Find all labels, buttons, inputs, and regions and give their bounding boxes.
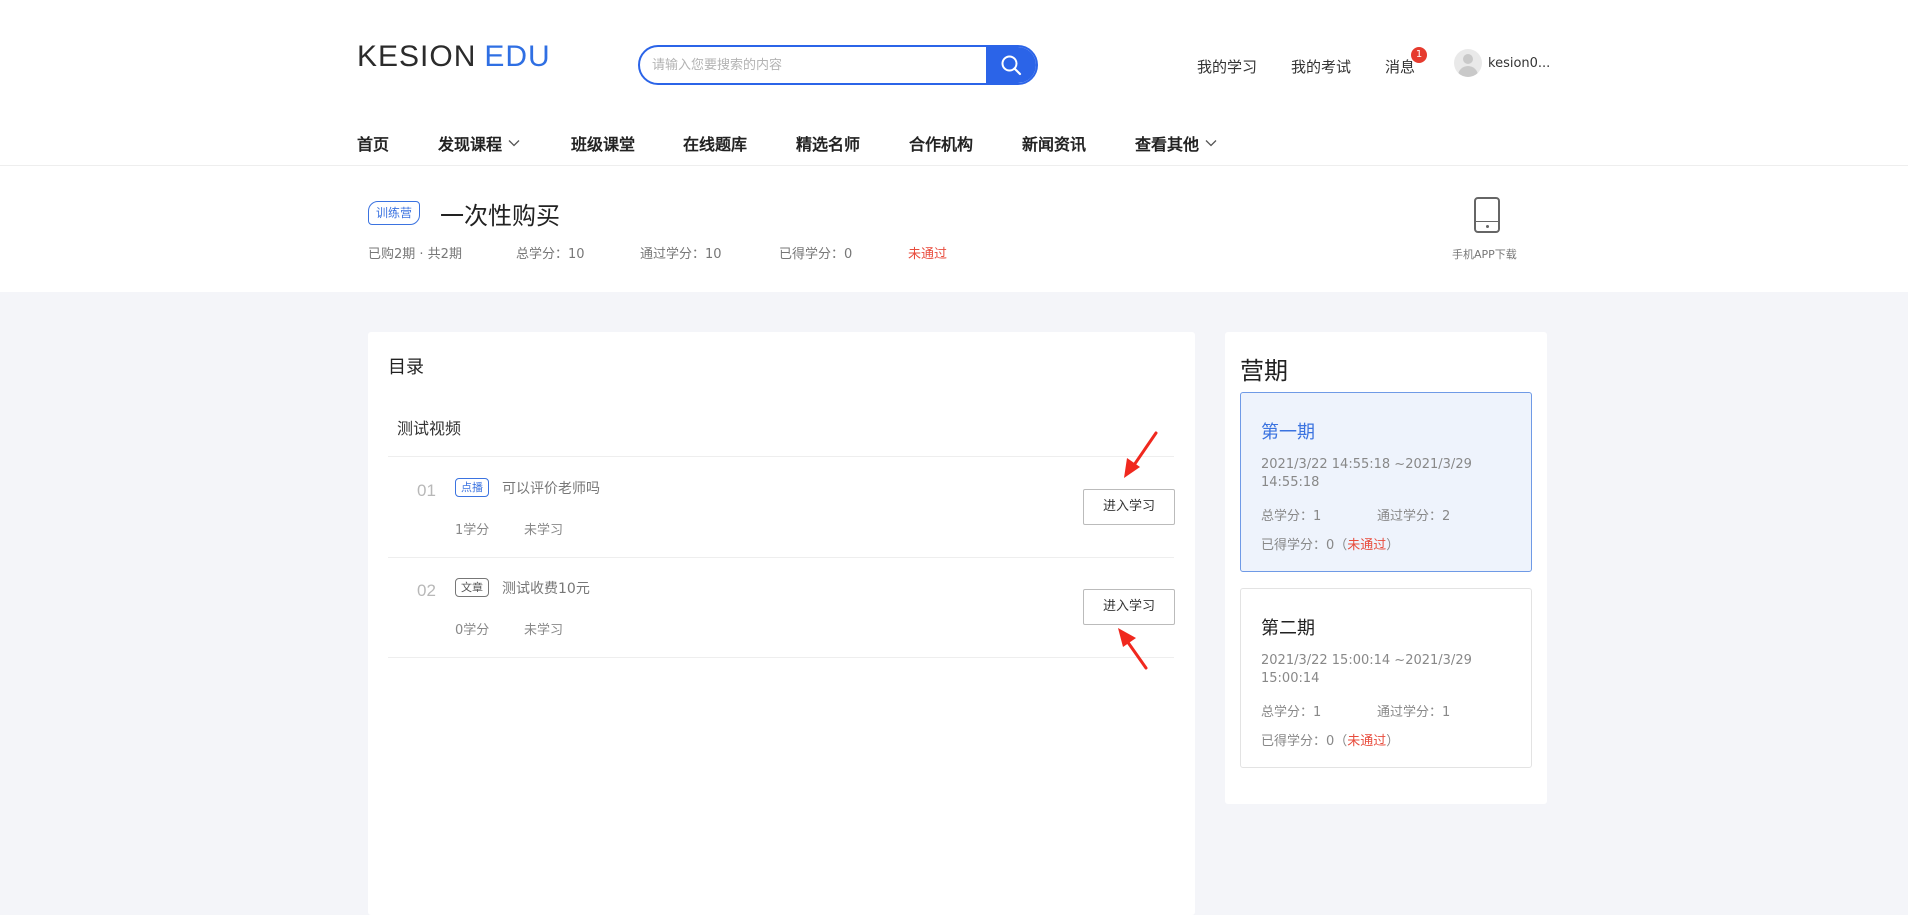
nav-news-label: 新闻资讯	[1022, 135, 1087, 154]
period-earned-suffix: ）	[1386, 538, 1400, 553]
period-total-credits: 总学分：1	[1261, 509, 1322, 524]
nav-home-label: 首页	[357, 135, 390, 154]
nav-question-bank-label: 在线题库	[683, 135, 748, 154]
period-date-range: 2021/3/22 15:00:14 ~2021/3/29 15:00:14	[1261, 653, 1472, 686]
search-button[interactable]	[986, 47, 1036, 83]
nav-class-classroom[interactable]: 班级课堂	[571, 131, 635, 155]
search-icon	[1001, 55, 1022, 76]
pass-credits: 通过学分：10	[640, 247, 722, 262]
site-logo[interactable]: KESION EDU	[357, 40, 551, 74]
period-earned-credits: 已得学分：0（未通过）	[1261, 534, 1399, 553]
nav-discover-courses-label: 发现课程	[438, 135, 503, 154]
period-pass-credits: 通过学分：1	[1377, 705, 1451, 720]
divider	[388, 657, 1174, 658]
chevron-down-icon	[1205, 140, 1217, 147]
course-header	[0, 166, 1908, 292]
phone-screen-line	[1476, 221, 1498, 222]
nav-more[interactable]: 查看其他	[1135, 131, 1217, 155]
avatar[interactable]	[1454, 49, 1482, 77]
logo-text-edu: EDU	[484, 40, 551, 73]
period-total-credits: 总学分：1	[1261, 705, 1322, 720]
divider	[388, 557, 1174, 558]
enter-study-button[interactable]: 进入学习	[1083, 589, 1175, 625]
search-bar	[638, 45, 1038, 85]
avatar-head-shape	[1463, 54, 1473, 64]
camp-title: 营期	[1240, 357, 1288, 385]
period-earned-prefix: 已得学分：0（	[1261, 734, 1348, 749]
lesson-number: 01	[417, 481, 436, 500]
period-status: 未通过	[1347, 734, 1387, 749]
catalog-panel	[368, 332, 1195, 915]
mobile-phone-icon[interactable]	[1474, 197, 1500, 233]
period-status: 未通过	[1347, 538, 1387, 553]
nav-discover-courses[interactable]: 发现课程	[438, 131, 520, 155]
nav-class-classroom-label: 班级课堂	[571, 135, 636, 154]
lesson-type-tag: 文章	[455, 578, 489, 597]
my-learning-link[interactable]: 我的学习	[1197, 56, 1257, 77]
period-earned-suffix: ）	[1386, 734, 1400, 749]
period-earned-credits: 已得学分：0（未通过）	[1261, 730, 1399, 749]
period-name: 第二期	[1261, 618, 1315, 639]
lesson-credits: 1学分	[455, 523, 490, 538]
lesson-title[interactable]: 可以评价老师吗	[502, 478, 600, 498]
nav-more-label: 查看其他	[1135, 135, 1200, 154]
divider	[388, 456, 1174, 457]
lesson-status: 未学习	[524, 623, 564, 638]
section-title: 测试视频	[397, 419, 462, 438]
nav-home[interactable]: 首页	[357, 131, 389, 155]
logo-text-kesion: KESION	[357, 40, 477, 73]
period-name: 第一期	[1261, 422, 1315, 443]
period-date-range: 2021/3/22 14:55:18 ~2021/3/29 14:55:18	[1261, 457, 1472, 490]
earned-credits: 已得学分：0	[779, 247, 853, 262]
chevron-down-icon	[508, 140, 520, 147]
course-type-tag: 训练营	[368, 201, 421, 225]
nav-teachers[interactable]: 精选名师	[796, 131, 860, 155]
nav-news[interactable]: 新闻资讯	[1022, 131, 1086, 155]
avatar-body-shape	[1458, 66, 1478, 77]
red-arrow-annotation-icon	[1118, 628, 1148, 670]
course-title: 一次性购买	[440, 202, 560, 230]
catalog-title: 目录	[388, 357, 424, 378]
lesson-status: 未学习	[524, 523, 564, 538]
lesson-type-tag: 点播	[455, 478, 489, 497]
enter-study-button[interactable]: 进入学习	[1083, 489, 1175, 525]
lesson-title[interactable]: 测试收费10元	[502, 578, 590, 598]
message-count-badge: 1	[1411, 47, 1427, 63]
red-arrow-annotation-icon	[1124, 431, 1158, 478]
lesson-number: 02	[417, 581, 436, 600]
nav-partners-label: 合作机构	[909, 135, 974, 154]
nav-partners[interactable]: 合作机构	[909, 131, 973, 155]
search-input[interactable]	[640, 47, 988, 83]
app-download-link[interactable]: 手机APP下载	[1452, 246, 1517, 262]
status-badge: 未通过	[908, 247, 948, 262]
username[interactable]: kesion0...	[1488, 56, 1550, 71]
phone-home-dot	[1486, 225, 1489, 228]
messages-link[interactable]: 消息	[1385, 56, 1415, 77]
purchased-periods: 已购2期 · 共2期	[368, 247, 462, 262]
period-pass-credits: 通过学分：2	[1377, 509, 1451, 524]
total-credits: 总学分：10	[516, 247, 585, 262]
lesson-credits: 0学分	[455, 623, 490, 638]
nav-question-bank[interactable]: 在线题库	[683, 131, 747, 155]
period-earned-prefix: 已得学分：0（	[1261, 538, 1348, 553]
nav-teachers-label: 精选名师	[796, 135, 861, 154]
my-exams-link[interactable]: 我的考试	[1291, 56, 1351, 77]
